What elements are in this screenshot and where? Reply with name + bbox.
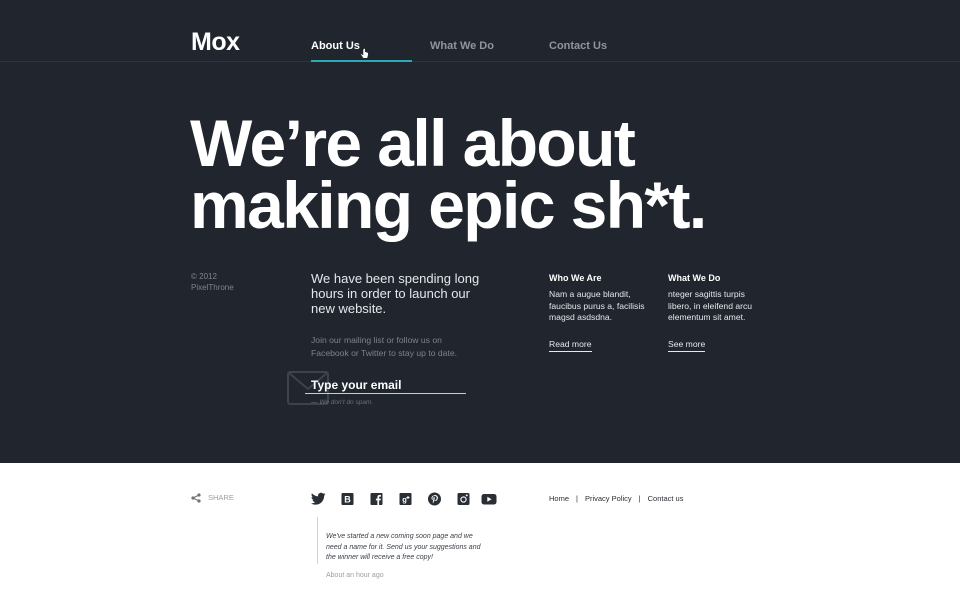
nav-about-us[interactable]: About Us <box>311 39 360 53</box>
footer-home-link[interactable]: Home <box>549 494 569 503</box>
nav-what-we-do[interactable]: What We Do <box>430 39 494 53</box>
see-more-link[interactable]: See more <box>668 339 706 352</box>
copyright-year: © 2012 <box>191 272 217 281</box>
tweet-divider <box>317 517 318 564</box>
who-we-are-body: Nam a augue blandit, faucibus purus a, f… <box>549 289 645 322</box>
mailing-list-text: Join our mailing list or follow us on Fa… <box>311 335 458 358</box>
b-icon[interactable]: B <box>340 492 355 506</box>
email-input-underline <box>305 393 466 394</box>
pinterest-icon[interactable] <box>427 492 442 506</box>
separator: | <box>576 494 578 503</box>
headline-line-2: making epic sh*t. <box>190 168 707 242</box>
twitter-icon[interactable] <box>311 492 326 506</box>
who-we-are-title: Who We Are <box>549 273 602 283</box>
headline-line-1: We’re all about <box>190 106 636 180</box>
instagram-icon[interactable] <box>456 492 471 506</box>
svg-text:g: g <box>402 495 407 504</box>
copyright-owner: PixelThrone <box>191 283 234 292</box>
top-navigation-bar: Mox About Us What We Do Contact Us <box>0 0 960 62</box>
what-we-do-body: nteger sagittis turpis libero, in eleife… <box>668 289 753 322</box>
who-we-are-column: Who We Are Nam a augue blandit, faucibus… <box>549 272 659 352</box>
svg-text:B: B <box>344 495 351 505</box>
tweet-timestamp: About an hour ago <box>326 572 384 579</box>
no-spam-note: — We don't do spam. <box>311 399 374 406</box>
intro-text: We have been spending long hours in orde… <box>311 271 480 316</box>
share-icon <box>191 493 201 503</box>
share-label: SHARE <box>208 493 234 502</box>
nav-active-indicator <box>311 60 412 62</box>
separator: | <box>638 494 641 503</box>
hand-cursor-icon <box>360 48 369 59</box>
footer-links: Home | Privacy Policy | Contact us <box>549 494 683 504</box>
what-we-do-column: What We Do nteger sagittis turpis libero… <box>668 272 778 352</box>
google-plus-icon[interactable]: g <box>398 492 413 506</box>
logo[interactable]: Mox <box>191 28 240 56</box>
email-input[interactable] <box>311 376 466 394</box>
hero-headline: We’re all about making epic sh*t. <box>190 106 910 242</box>
footer-privacy-policy-link[interactable]: Privacy Policy <box>585 494 632 503</box>
hero-section: Mox About Us What We Do Contact Us We’re… <box>0 0 960 463</box>
copyright: © 2012 PixelThrone <box>191 271 234 293</box>
facebook-icon[interactable] <box>369 492 384 506</box>
what-we-do-title: What We Do <box>668 273 721 283</box>
read-more-link[interactable]: Read more <box>549 339 592 352</box>
latest-tweet: We've started a new coming soon page and… <box>326 533 481 561</box>
youtube-icon[interactable] <box>481 492 497 506</box>
footer-contact-us-link[interactable]: Contact us <box>648 494 684 503</box>
nav-contact-us[interactable]: Contact Us <box>549 39 607 53</box>
